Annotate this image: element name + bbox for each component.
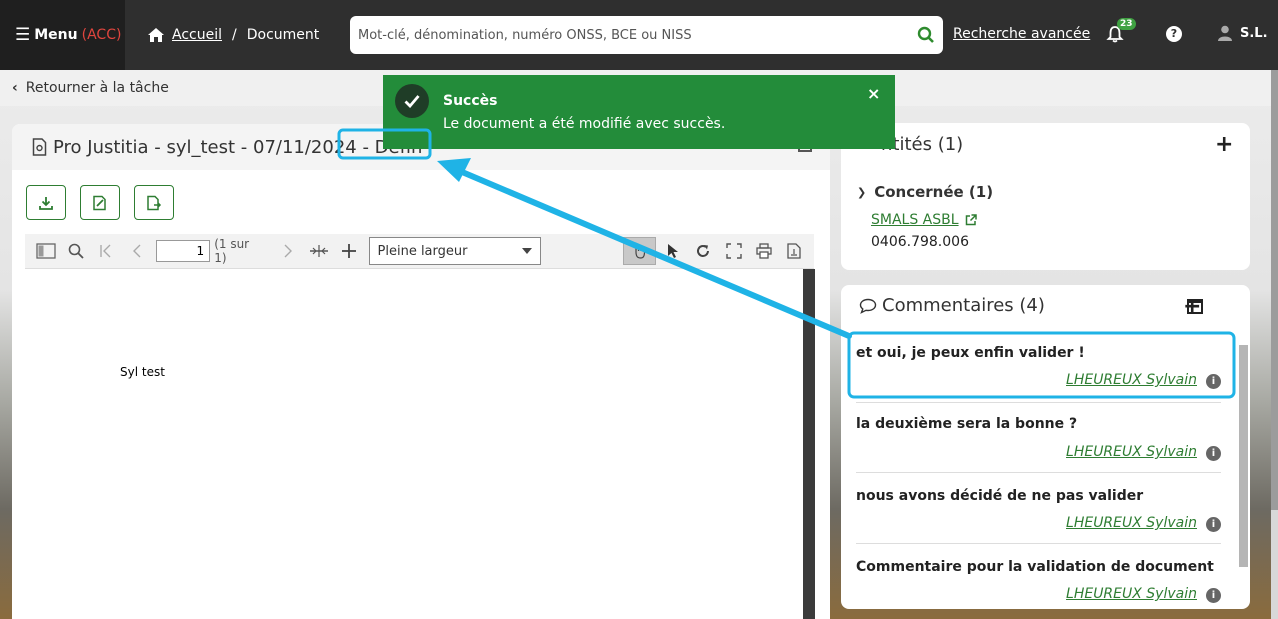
chevron-left-icon: ‹	[12, 80, 18, 96]
comment-divider	[856, 402, 1221, 403]
pdf-page-view[interactable]	[25, 269, 814, 619]
chevron-down-icon: ❯	[857, 185, 867, 199]
comment-divider	[856, 472, 1221, 473]
hamburger-icon: ☰	[15, 25, 31, 45]
comment-author-link[interactable]: LHEUREUX Sylvain	[1066, 372, 1197, 388]
breadcrumb: Accueil / Document	[147, 0, 319, 70]
comment-item: la deuxième sera la bonne ? LHEUREUX Syl…	[856, 416, 1221, 466]
comments-panel: Commentaires (4) + et oui, je peux enfin…	[841, 285, 1250, 609]
document-icon	[32, 138, 47, 156]
select-cursor-icon[interactable]	[662, 240, 683, 262]
hand-tool-icon[interactable]	[623, 237, 657, 265]
environment-label: (ACC)	[81, 27, 122, 43]
top-navigation-bar: ☰ Menu (ACC) Accueil / Document Recherch…	[0, 0, 1278, 70]
edit-document-button[interactable]	[80, 185, 120, 220]
rotate-icon[interactable]	[693, 240, 714, 262]
comments-scrollbar[interactable]	[1239, 345, 1248, 567]
comment-item: nous avons décidé de ne pas valider LHEU…	[856, 488, 1221, 538]
user-icon	[1218, 25, 1232, 41]
edit-document-icon	[93, 195, 106, 210]
comment-item: et oui, je peux enfin valider ! LHEUREUX…	[856, 345, 1221, 395]
menu-button[interactable]: ☰ Menu (ACC)	[0, 0, 125, 70]
comment-icon	[859, 298, 877, 314]
zoom-select-value: Pleine largeur	[377, 243, 468, 259]
previous-page-icon[interactable]	[126, 240, 147, 262]
export-document-button[interactable]	[134, 185, 174, 220]
info-icon[interactable]: i	[1206, 446, 1221, 461]
comments-header: Commentaires (4)	[859, 295, 1045, 316]
concerned-group-label: Concernée (1)	[874, 183, 994, 201]
entity-name: SMALS ASBL	[871, 212, 959, 228]
document-title: Pro Justitia - syl_test - 07/11/2024 - D…	[53, 136, 423, 158]
global-search	[350, 16, 943, 54]
print-icon[interactable]	[753, 240, 774, 262]
next-page-icon[interactable]	[278, 240, 299, 262]
maximize-icon[interactable]	[1187, 299, 1203, 314]
comment-text: et oui, je peux enfin valider !	[856, 345, 1085, 361]
breadcrumb-home-link[interactable]: Accueil	[172, 27, 222, 43]
info-icon[interactable]: i	[1206, 588, 1221, 603]
user-initials: S.L.	[1240, 25, 1268, 41]
add-entity-button[interactable]: +	[1215, 134, 1233, 156]
toast-title: Succès	[443, 93, 498, 109]
back-to-task-link[interactable]: Retourner à la tâche	[26, 80, 169, 96]
page-count: (1 sur 1)	[214, 237, 250, 265]
zoom-select[interactable]: Pleine largeur	[368, 237, 542, 265]
comments-title: Commentaires (4)	[882, 295, 1045, 316]
toast-message: Le document a été modifié avec succès.	[443, 116, 726, 132]
search-icon[interactable]	[917, 26, 935, 44]
document-actions	[26, 185, 174, 220]
page-scrollbar-thumb[interactable]	[1271, 70, 1278, 510]
fullscreen-icon[interactable]	[723, 240, 744, 262]
comment-text: Commentaire pour la validation de docume…	[856, 559, 1214, 575]
pdf-scrollbar[interactable]	[803, 269, 815, 619]
concerned-group-toggle[interactable]: ❯ Concernée (1)	[857, 183, 993, 201]
entities-panel: ntités (1) + ❯ Concernée (1) SMALS ASBL …	[841, 123, 1250, 270]
export-document-icon	[147, 195, 162, 210]
pdf-toolbar: (1 sur 1) Pleine largeur	[25, 234, 814, 269]
comment-author-link[interactable]: LHEUREUX Sylvain	[1066, 586, 1197, 602]
pdf-download-icon[interactable]	[784, 240, 805, 262]
external-link-icon	[965, 214, 977, 226]
close-icon[interactable]: ×	[867, 84, 880, 103]
info-icon[interactable]: i	[1206, 374, 1221, 389]
home-icon	[148, 28, 164, 42]
user-menu[interactable]: S.L.	[1218, 25, 1268, 41]
info-icon[interactable]: i	[1206, 517, 1221, 532]
fit-width-icon[interactable]	[308, 240, 329, 262]
search-input[interactable]	[358, 27, 917, 43]
breadcrumb-current: Document	[246, 27, 320, 43]
comment-text: la deuxième sera la bonne ?	[856, 416, 1078, 432]
entity-number: 0406.798.006	[871, 234, 969, 250]
download-button[interactable]	[26, 185, 66, 220]
download-icon	[39, 196, 53, 210]
success-toast: Succès Le document a été modifié avec su…	[383, 75, 895, 149]
check-icon	[395, 84, 429, 118]
zoom-in-icon[interactable]	[338, 240, 359, 262]
breadcrumb-separator: /	[232, 27, 237, 43]
help-icon[interactable]: ?	[1166, 26, 1182, 42]
comment-divider	[856, 543, 1221, 544]
pdf-page-text: Syl test	[120, 365, 165, 379]
comment-author-link[interactable]: LHEUREUX Sylvain	[1066, 515, 1197, 531]
page-scrollbar[interactable]	[1271, 70, 1278, 619]
comment-author-link[interactable]: LHEUREUX Sylvain	[1066, 444, 1197, 460]
first-page-icon[interactable]	[96, 240, 117, 262]
entity-link[interactable]: SMALS ASBL	[871, 212, 977, 228]
sidebar-toggle-icon[interactable]	[35, 240, 56, 262]
comment-text: nous avons décidé de ne pas valider	[856, 488, 1144, 504]
notification-badge: 23	[1117, 18, 1136, 30]
page-number-input[interactable]	[156, 240, 211, 262]
menu-label: Menu	[34, 27, 78, 43]
document-panel: Pro Justitia - syl_test - 07/11/2024 - D…	[12, 124, 830, 619]
comment-item: Commentaire pour la validation de docume…	[856, 559, 1221, 609]
advanced-search-link[interactable]: Recherche avancée	[953, 26, 1090, 42]
caret-down-icon	[522, 248, 533, 254]
pdf-search-icon[interactable]	[65, 240, 86, 262]
